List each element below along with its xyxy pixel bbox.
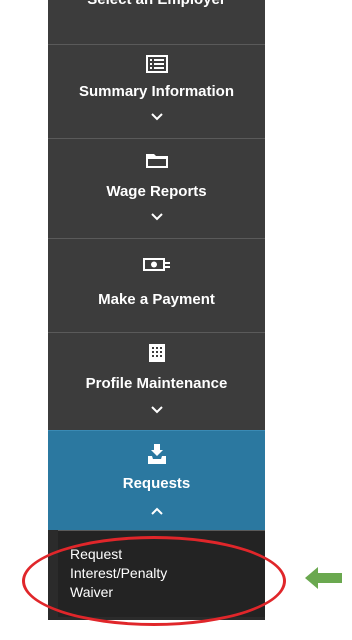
money-icon <box>142 257 171 278</box>
sidebar-item-label: Summary Information <box>78 83 235 100</box>
sidebar-item-label: Profile Maintenance <box>85 375 228 392</box>
building-icon <box>147 343 167 368</box>
chevron-up-icon[interactable] <box>150 503 164 521</box>
folder-icon <box>145 151 169 174</box>
sidebar-item-wage-reports[interactable]: Wage Reports <box>48 138 265 238</box>
sidebar-item-label: Wage Reports <box>106 183 207 200</box>
sidebar-item-label: Select an Employer <box>48 0 265 9</box>
arrow-left-icon <box>305 566 343 590</box>
chevron-down-icon[interactable] <box>150 209 164 227</box>
sidebar-item-profile-maintenance[interactable]: Profile Maintenance <box>48 332 265 430</box>
requests-submenu: Request Interest/Penalty Waiver <box>58 530 265 617</box>
sidebar-item-summary-information[interactable]: Summary Information <box>48 44 265 138</box>
page: Select an Employer Summary Information <box>0 0 352 640</box>
sidebar-item-label: Make a Payment <box>98 291 215 308</box>
list-icon <box>145 55 168 78</box>
sidebar-item-make-a-payment[interactable]: Make a Payment <box>48 238 265 332</box>
sidebar-item-requests[interactable]: Requests <box>48 430 265 530</box>
sidebar-item-select-employer[interactable]: Select an Employer <box>48 0 265 44</box>
request-interest-penalty-waiver-link[interactable]: Request Interest/Penalty Waiver <box>70 545 240 602</box>
chevron-down-icon[interactable] <box>150 109 164 127</box>
sidebar-nav: Select an Employer Summary Information <box>48 0 265 620</box>
sidebar-item-label: Requests <box>122 475 191 492</box>
chevron-down-icon[interactable] <box>150 402 164 420</box>
inbox-icon <box>146 443 168 470</box>
